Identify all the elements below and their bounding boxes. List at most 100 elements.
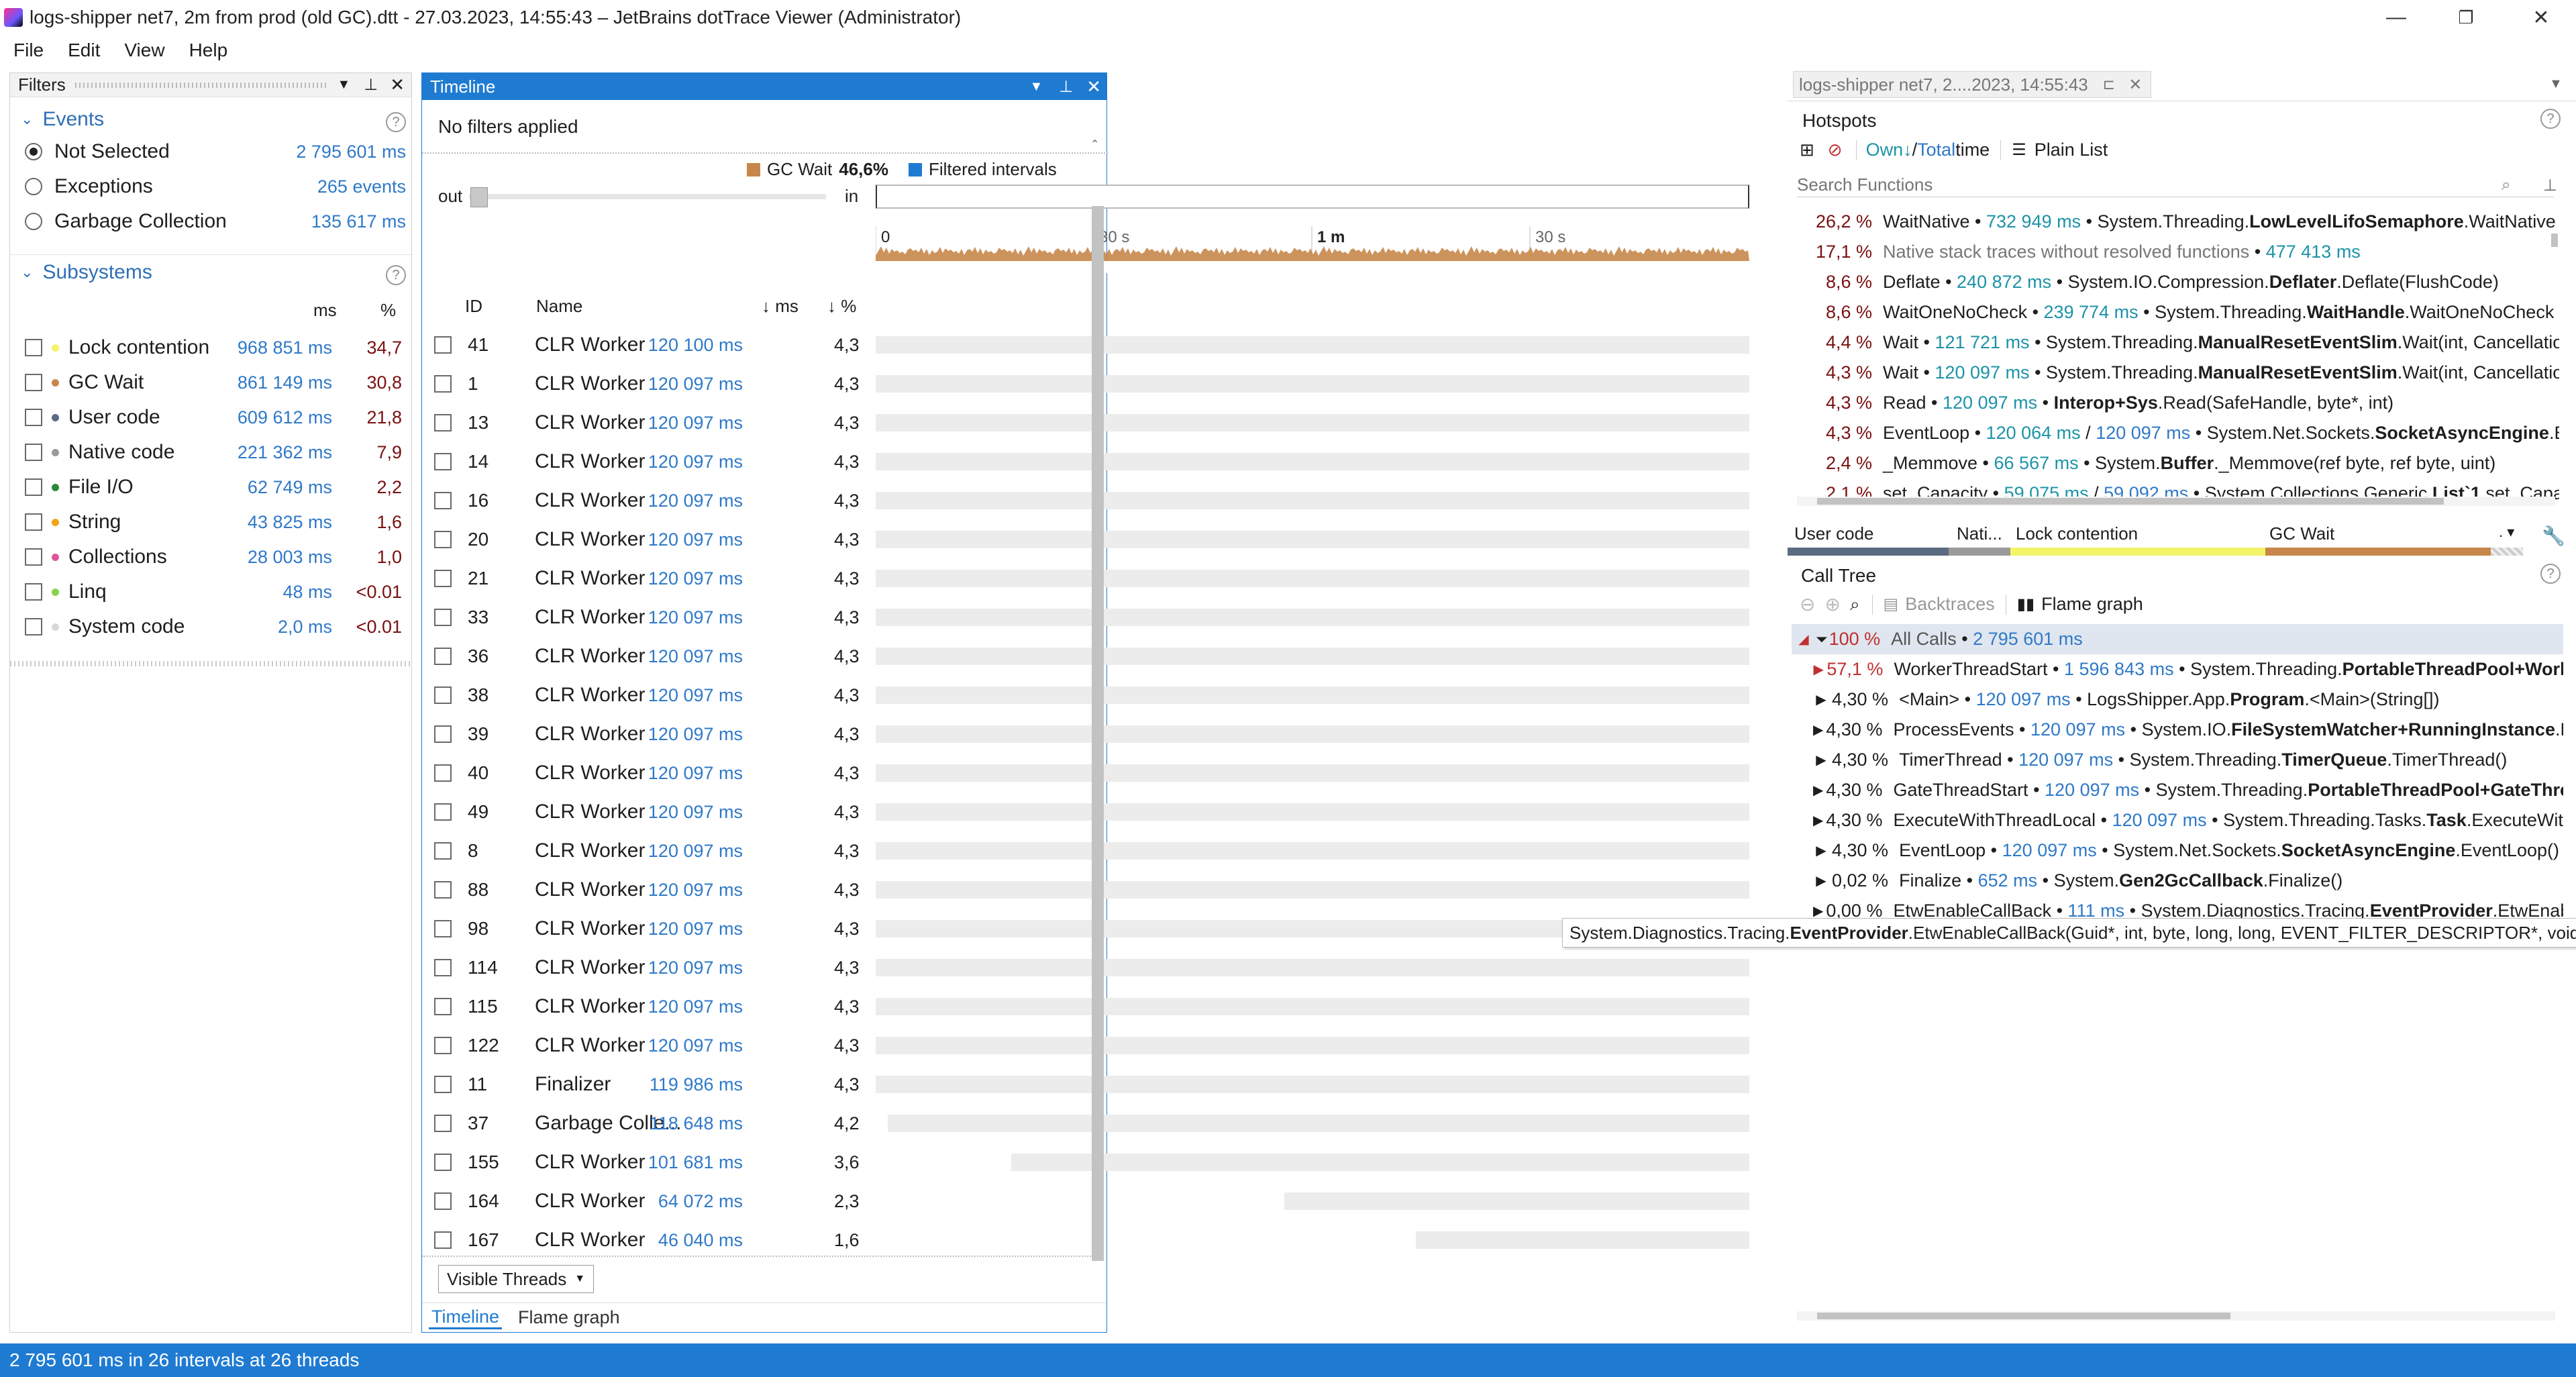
strip-gc-wait[interactable]: GC Wait xyxy=(2269,523,2334,544)
pin-icon[interactable]: ⊥ xyxy=(2543,176,2557,195)
zoom-slider-thumb[interactable] xyxy=(470,187,488,207)
tab-timeline[interactable]: Timeline xyxy=(429,1307,503,1329)
expand-arrow-icon[interactable]: ▶ xyxy=(1813,842,1829,859)
expand-arrow-icon[interactable]: ▶ xyxy=(1813,752,1829,768)
thread-checkbox[interactable] xyxy=(434,725,452,743)
close-panel-icon[interactable]: ✕ xyxy=(390,74,405,95)
calltree-row[interactable]: ▶ 4,30 % ExecuteWithThreadLocal • 120 097 … xyxy=(1792,805,2563,835)
pin-icon[interactable]: ⊥ xyxy=(364,75,378,95)
thread-row[interactable]: 122 CLR Worker 120 097 ms 4,3 xyxy=(422,1027,1749,1064)
hotspot-row[interactable]: 17,1 % Native stack traces without resolv… xyxy=(1800,237,2559,267)
subsystem-checkbox[interactable] xyxy=(25,444,42,461)
subsystem-row[interactable]: File I/O 62 749 ms 2,2 xyxy=(10,470,413,504)
subsystem-checkbox[interactable] xyxy=(25,478,42,496)
help-icon[interactable]: ? xyxy=(386,265,406,285)
subsystem-row[interactable]: User code 609 612 ms 21,8 xyxy=(10,401,413,434)
close-panel-icon[interactable]: ✕ xyxy=(1086,76,1101,97)
drag-grip[interactable] xyxy=(74,82,328,88)
thread-row[interactable]: 16 CLR Worker 120 097 ms 4,3 xyxy=(422,482,1749,519)
subsystem-checkbox[interactable] xyxy=(25,513,42,531)
scrollbar-thumb[interactable] xyxy=(1817,498,2444,505)
thread-checkbox[interactable] xyxy=(434,803,452,821)
hotspot-row[interactable]: 8,6 % Deflate • 240 872 ms • System.IO.Co… xyxy=(1800,267,2559,297)
hotspot-row[interactable]: 4,3 % EventLoop • 120 064 ms / 120 097 ms… xyxy=(1800,418,2559,448)
help-icon[interactable]: ? xyxy=(2540,564,2561,584)
thread-checkbox[interactable] xyxy=(434,998,452,1015)
thread-activity-bar[interactable] xyxy=(1416,1231,1749,1249)
hotspot-row[interactable]: 2,4 % _Memmove • 66 567 ms • System. Buffe… xyxy=(1800,448,2559,478)
menu-help[interactable]: Help xyxy=(189,40,228,61)
thread-row[interactable]: 39 CLR Worker 120 097 ms 4,3 xyxy=(422,716,1749,752)
event-radio[interactable] xyxy=(25,178,42,195)
thread-checkbox[interactable] xyxy=(434,570,452,587)
subsystems-strip[interactable]: User code Nati... Lock contention GC Wai… xyxy=(1788,521,2576,558)
thread-activity-bar[interactable] xyxy=(876,686,1749,704)
subsystem-checkbox[interactable] xyxy=(25,374,42,391)
thread-checkbox[interactable] xyxy=(434,686,452,704)
thread-row[interactable]: 98 CLR Worker 120 097 ms 4,3 xyxy=(422,911,1749,947)
plain-list-button[interactable]: Plain List xyxy=(2034,140,2108,160)
thread-activity-bar[interactable] xyxy=(876,1037,1749,1054)
strip-native[interactable]: Nati... xyxy=(1957,523,2002,544)
timeline-scrollbar[interactable]: ⌃ ⌄ xyxy=(1090,138,1105,1372)
thread-checkbox[interactable] xyxy=(434,375,452,393)
event-radio[interactable] xyxy=(25,213,42,230)
event-radio[interactable] xyxy=(25,143,42,160)
thread-activity-bar[interactable] xyxy=(876,764,1749,782)
visible-threads-dropdown[interactable]: Visible Threads ▼ xyxy=(438,1265,595,1293)
subsystem-row[interactable]: Collections 28 003 ms 1,0 xyxy=(10,540,413,574)
menu-edit[interactable]: Edit xyxy=(68,40,100,61)
thread-row[interactable]: 36 CLR Worker 120 097 ms 4,3 xyxy=(422,638,1749,674)
hotspots-hscroll[interactable] xyxy=(1797,497,2555,506)
subsystem-row[interactable]: Native code 221 362 ms 7,9 xyxy=(10,436,413,469)
subsystem-row[interactable]: Linq 48 ms <0.01 xyxy=(10,575,413,609)
subsystem-row[interactable]: System code 2,0 ms <0.01 xyxy=(10,610,413,644)
subsystem-checkbox[interactable] xyxy=(25,339,42,356)
tab-list-icon[interactable]: ▼ xyxy=(2549,76,2563,92)
thread-activity-bar[interactable] xyxy=(876,492,1749,509)
backtraces-button[interactable]: Backtraces xyxy=(1905,594,1995,615)
strip-lock-contention[interactable]: Lock contention xyxy=(2016,523,2138,544)
thread-activity-bar[interactable] xyxy=(876,570,1749,587)
events-section-header[interactable]: ⌄ Events xyxy=(21,108,104,131)
calltree-row[interactable]: ▶ 4,30 % EventLoop • 120 097 ms • System.N… xyxy=(1792,835,2563,866)
calltree-row[interactable]: ▶ 57,1 % WorkerThreadStart • 1 596 843 ms … xyxy=(1792,654,2563,684)
calltree-row[interactable]: ▶ 0,02 % Finalize • 652 ms • System. Gen2Gc… xyxy=(1792,866,2563,896)
subsystem-checkbox[interactable] xyxy=(25,618,42,635)
hotspot-row[interactable]: 4,3 % Wait • 120 097 ms • System.Threadin… xyxy=(1800,358,2559,388)
thread-checkbox[interactable] xyxy=(434,1115,452,1132)
subsystem-checkbox[interactable] xyxy=(25,583,42,601)
subsystem-checkbox[interactable] xyxy=(25,548,42,566)
expand-arrow-icon[interactable]: ▶ xyxy=(1813,691,1829,708)
subsystem-row[interactable]: Lock contention 968 851 ms 34,7 xyxy=(10,331,413,364)
col-id-header[interactable]: ID xyxy=(465,296,482,317)
search-icon[interactable]: ⌕ xyxy=(1850,594,1860,615)
subsystem-row[interactable]: GC Wait 861 149 ms 30,8 xyxy=(10,366,413,399)
search-functions-field[interactable]: ⌕ xyxy=(1797,173,2554,197)
thread-checkbox[interactable] xyxy=(434,920,452,937)
thread-checkbox[interactable] xyxy=(434,492,452,509)
hotspot-row[interactable]: 26,2 % WaitNative • 732 949 ms • System.T… xyxy=(1800,207,2559,237)
tab-flame-graph[interactable]: Flame graph xyxy=(518,1307,620,1328)
menu-file[interactable]: File xyxy=(13,40,44,61)
hotspot-row[interactable]: 8,6 % WaitOneNoCheck • 239 774 ms • Syste… xyxy=(1800,297,2559,327)
thread-checkbox[interactable] xyxy=(434,609,452,626)
thread-activity-bar[interactable] xyxy=(876,959,1749,976)
minimize-button[interactable]: — xyxy=(2361,0,2431,35)
thread-row[interactable]: 114 CLR Worker 120 097 ms 4,3 xyxy=(422,950,1749,986)
calltree-row[interactable]: ▶ 4,30 % <Main> • 120 097 ms • LogsShipper… xyxy=(1792,684,2563,715)
wrench-icon[interactable]: 🔧 xyxy=(2542,525,2565,547)
thread-row[interactable]: 115 CLR Worker 120 097 ms 4,3 xyxy=(422,988,1749,1025)
hotspot-row[interactable]: 4,4 % Wait • 121 721 ms • System.Threadin… xyxy=(1800,327,2559,358)
thread-checkbox[interactable] xyxy=(434,1192,452,1210)
thread-row[interactable]: 37 Garbage Colle... 118 648 ms 4,2 xyxy=(422,1105,1749,1141)
thread-activity-bar[interactable] xyxy=(876,998,1749,1015)
calltree-row[interactable]: ▶ 4,30 % GateThreadStart • 120 097 ms • Sy… xyxy=(1792,775,2563,805)
thread-checkbox[interactable] xyxy=(434,414,452,431)
expand-arrow-icon[interactable]: ▶ xyxy=(1813,782,1823,799)
calltree-root-row[interactable]: ◢ ⏷ 100 % All Calls • 2 795 601 ms xyxy=(1792,624,2563,654)
close-window-button[interactable]: ✕ xyxy=(2506,0,2576,35)
thread-row[interactable]: 49 CLR Worker 120 097 ms 4,3 xyxy=(422,794,1749,830)
own-time-toggle[interactable]: Own↓ xyxy=(1866,140,1912,160)
thread-activity-bar[interactable] xyxy=(876,725,1749,743)
